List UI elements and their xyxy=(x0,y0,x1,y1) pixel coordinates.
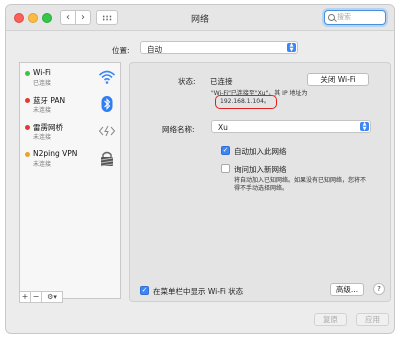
status-value: 已连接 xyxy=(210,77,233,86)
service-item-n2ping-vpn[interactable]: N2ping VPN 未连接 xyxy=(20,146,120,173)
service-item-wifi[interactable]: Wi-Fi 已连接 xyxy=(20,65,120,92)
service-list-toolbar: + − ⚙▾ xyxy=(19,291,121,304)
status-dot-orange xyxy=(25,152,30,157)
search-placeholder: 搜索 xyxy=(337,13,351,21)
service-status: 未连接 xyxy=(33,134,52,141)
service-status: 已连接 xyxy=(33,80,52,87)
search-field[interactable]: 搜索 xyxy=(324,10,386,25)
status-dot-red xyxy=(25,125,30,130)
ask-join-description-line-2: 得不手动选择网络。 xyxy=(234,185,289,192)
location-select[interactable]: 自动 ▲ ▼ xyxy=(140,41,298,54)
status-dot-green xyxy=(25,71,30,76)
status-dot-red xyxy=(25,98,30,103)
thunderbolt-bridge-icon xyxy=(98,125,116,137)
revert-button[interactable]: 复原 xyxy=(314,313,347,326)
auto-join-checkbox[interactable]: ✓ xyxy=(221,146,230,155)
ask-join-checkbox[interactable] xyxy=(221,164,230,173)
show-status-label: 在菜单栏中显示 Wi-Fi 状态 xyxy=(153,287,244,296)
show-status-checkbox[interactable]: ✓ xyxy=(140,286,149,295)
ask-join-description-line-1: 将自动加入已知网络。如果没有已知网络，您将不 xyxy=(234,177,367,184)
turn-off-wifi-button[interactable]: 关闭 Wi-Fi xyxy=(307,73,369,86)
ip-highlight-annotation xyxy=(215,95,277,109)
service-name: Wi-Fi xyxy=(33,68,51,77)
search-icon xyxy=(328,14,335,21)
vpn-lock-icon xyxy=(100,151,114,167)
location-value: 自动 xyxy=(147,45,162,54)
service-status: 未连接 xyxy=(33,161,52,168)
service-item-bluetooth-pan[interactable]: 蓝牙 PAN 未连接 xyxy=(20,92,120,119)
network-preferences-window: ‹ › 网络 搜索 位置: 自动 ▲ ▼ Wi-Fi 已连接 蓝牙 PAN 未连… xyxy=(5,4,395,334)
bluetooth-icon xyxy=(101,96,113,112)
service-name: N2ping VPN xyxy=(33,149,78,158)
apply-button[interactable]: 应用 xyxy=(356,313,389,326)
service-status: 未连接 xyxy=(33,107,52,114)
network-name-label: 网络名称: xyxy=(162,125,195,134)
network-name-select[interactable]: Xu ▲ ▼ xyxy=(211,120,371,133)
service-item-thunderbolt-bridge[interactable]: 雷雳网桥 未连接 xyxy=(20,119,120,146)
ask-join-label: 询问加入新网络 xyxy=(234,165,287,174)
wifi-icon xyxy=(98,70,116,84)
title-bar: ‹ › 网络 搜索 xyxy=(6,5,394,31)
status-label: 状态: xyxy=(178,77,196,86)
select-arrows-icon: ▲ ▼ xyxy=(360,122,369,131)
gear-menu-button[interactable]: ⚙▾ xyxy=(41,291,63,303)
advanced-button[interactable]: 高级... xyxy=(330,283,364,296)
service-list: Wi-Fi 已连接 蓝牙 PAN 未连接 雷雳网桥 未连接 N2ping VPN… xyxy=(19,62,121,299)
select-arrows-icon: ▲ ▼ xyxy=(287,43,296,52)
auto-join-label: 自动加入此网络 xyxy=(234,147,287,156)
location-label: 位置: xyxy=(112,46,130,55)
network-name-value: Xu xyxy=(218,123,228,132)
help-button[interactable]: ? xyxy=(373,283,385,295)
